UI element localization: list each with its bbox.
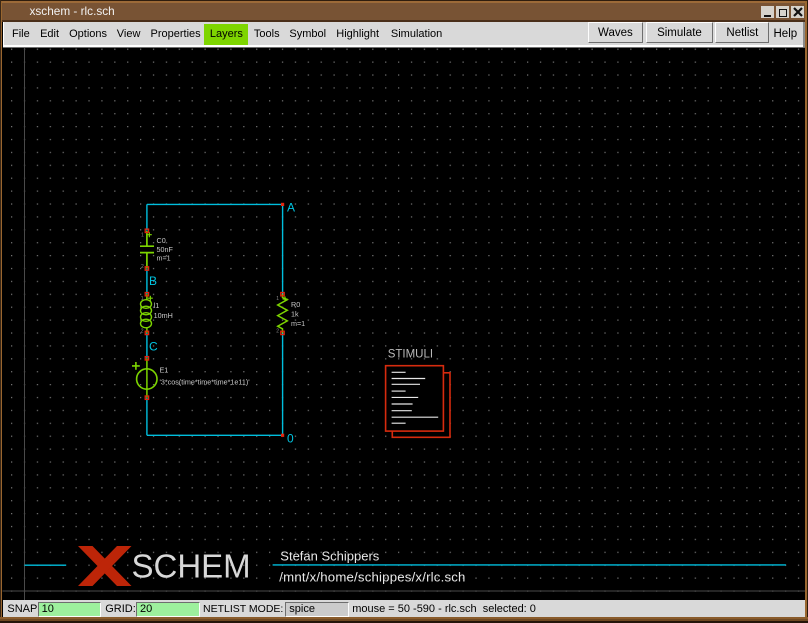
svg-text:A: A — [287, 201, 295, 215]
svg-text:2: 2 — [141, 264, 144, 270]
svg-text:Stefan Schippers: Stefan Schippers — [280, 549, 380, 564]
svg-text:1: 1 — [141, 296, 144, 302]
svg-text:SCHEM: SCHEM — [132, 548, 251, 585]
svg-text:C: C — [149, 340, 158, 354]
svg-text:1: 1 — [141, 233, 144, 239]
svg-text:R0: R0 — [291, 300, 300, 309]
svg-text:m=1: m=1 — [157, 253, 171, 262]
svg-text:2: 2 — [276, 329, 279, 335]
svg-text:1: 1 — [276, 296, 279, 302]
svg-text:2: 2 — [141, 329, 144, 335]
svg-text:0: 0 — [287, 432, 294, 446]
svg-text:E1: E1 — [160, 366, 169, 375]
svg-text:C0: C0 — [157, 236, 166, 245]
svg-text:1k: 1k — [291, 309, 299, 318]
svg-text:10mH: 10mH — [154, 311, 173, 320]
svg-text:B: B — [149, 274, 157, 288]
svg-text:'3*cos(time*time*time*1e11)': '3*cos(time*time*time*1e11)' — [160, 378, 251, 387]
svg-text:STIMULI: STIMULI — [388, 349, 433, 361]
svg-text:l1: l1 — [154, 301, 160, 310]
svg-text:/mnt/x/home/schippes/x/rlc.sch: /mnt/x/home/schippes/x/rlc.sch — [279, 570, 465, 585]
svg-text:m=1: m=1 — [291, 319, 305, 328]
